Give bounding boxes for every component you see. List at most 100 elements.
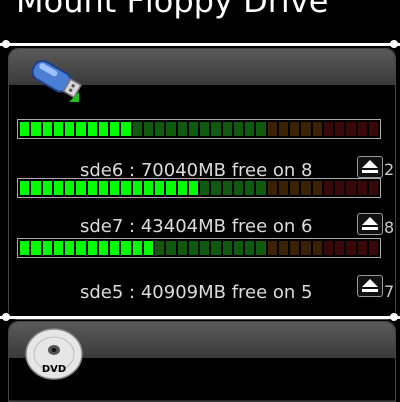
- dvd-label: DVD: [42, 364, 66, 375]
- usage-segment: [211, 241, 221, 255]
- drive-info-overflow: 7: [384, 282, 395, 301]
- usage-segment: [245, 241, 255, 255]
- usage-segment: [42, 181, 52, 195]
- usage-segment: [278, 122, 288, 136]
- usage-segment: [110, 241, 120, 255]
- usage-segment: [188, 181, 198, 195]
- usage-segment: [357, 122, 367, 136]
- usage-segment: [256, 241, 266, 255]
- usage-segment: [65, 241, 75, 255]
- usage-segment: [222, 122, 232, 136]
- usage-segment: [20, 241, 30, 255]
- usage-segment: [346, 241, 356, 255]
- usage-segment: [200, 181, 210, 195]
- usage-segment: [335, 122, 345, 136]
- usage-segment: [188, 122, 198, 136]
- drive-usage-bar: [17, 119, 381, 139]
- usage-segment: [245, 181, 255, 195]
- usage-segment: [211, 181, 221, 195]
- usage-segment: [143, 122, 153, 136]
- eject-icon: [362, 217, 378, 225]
- usage-segment: [357, 181, 367, 195]
- usage-segment: [335, 181, 345, 195]
- usage-segment: [42, 241, 52, 255]
- usage-segment: [143, 181, 153, 195]
- usage-segment: [256, 122, 266, 136]
- usage-segment: [200, 122, 210, 136]
- usage-segment: [98, 181, 108, 195]
- usage-segment: [256, 181, 266, 195]
- usage-segment: [121, 241, 131, 255]
- eject-icon: [362, 160, 378, 168]
- usage-segment: [31, 122, 41, 136]
- usage-segment: [87, 122, 97, 136]
- usage-segment: [211, 122, 221, 136]
- usage-segment: [53, 241, 63, 255]
- dvd-disc-icon: DVD: [25, 328, 83, 380]
- usage-segment: [155, 241, 165, 255]
- usage-segment: [335, 241, 345, 255]
- usage-segment: [177, 122, 187, 136]
- eject-icon: [362, 279, 378, 287]
- usage-segment: [65, 122, 75, 136]
- usage-segment: [132, 241, 142, 255]
- usage-segment: [233, 122, 243, 136]
- usage-segment: [290, 241, 300, 255]
- usage-segment: [357, 241, 367, 255]
- drive-usage-bar: [17, 238, 381, 258]
- usage-segment: [42, 122, 52, 136]
- usage-segment: [143, 241, 153, 255]
- eject-button[interactable]: [357, 275, 383, 297]
- eject-icon-bar: [362, 170, 378, 173]
- usage-segment: [312, 181, 322, 195]
- usage-segment: [87, 241, 97, 255]
- usage-segment: [301, 241, 311, 255]
- usage-segment: [121, 181, 131, 195]
- usage-segment: [76, 122, 86, 136]
- usage-segment: [200, 241, 210, 255]
- usage-segment: [312, 241, 322, 255]
- usage-segment: [76, 181, 86, 195]
- middle-divider: [0, 313, 400, 321]
- eject-button[interactable]: [357, 213, 383, 235]
- eject-button[interactable]: [357, 156, 383, 178]
- usage-segment: [65, 181, 75, 195]
- usage-segment: [290, 122, 300, 136]
- usage-segment: [323, 122, 333, 136]
- window-title: Mount Floppy Drive: [16, 0, 329, 20]
- usage-segment: [267, 181, 277, 195]
- usage-segment: [188, 241, 198, 255]
- usage-segment: [267, 122, 277, 136]
- usage-segment: [368, 181, 378, 195]
- usage-segment: [53, 181, 63, 195]
- usage-segment: [301, 122, 311, 136]
- usage-segment: [20, 181, 30, 195]
- usage-segment: [155, 181, 165, 195]
- usage-segment: [98, 241, 108, 255]
- usage-segment: [110, 122, 120, 136]
- usage-segment: [233, 241, 243, 255]
- usage-segment: [166, 122, 176, 136]
- usage-segment: [121, 122, 131, 136]
- usage-segment: [290, 181, 300, 195]
- usage-segment: [177, 241, 187, 255]
- usage-segment: [98, 122, 108, 136]
- usage-segment: [155, 122, 165, 136]
- drive-info-overflow: 8: [384, 218, 395, 237]
- usage-segment: [278, 181, 288, 195]
- usage-segment: [346, 181, 356, 195]
- usage-segment: [312, 122, 322, 136]
- usage-segment: [166, 181, 176, 195]
- usage-segment: [267, 241, 277, 255]
- usage-segment: [323, 241, 333, 255]
- usage-segment: [233, 181, 243, 195]
- usage-segment: [222, 181, 232, 195]
- usb-drive-icon: [31, 59, 83, 102]
- usage-segment: [222, 241, 232, 255]
- drive-info-overflow: 2: [384, 160, 395, 179]
- drive-usage-bar: [17, 178, 381, 198]
- drive-info-text: sde7 : 43404MB free on 6: [80, 216, 313, 237]
- top-divider: [0, 40, 400, 48]
- usage-segment: [53, 122, 63, 136]
- usage-segment: [245, 122, 255, 136]
